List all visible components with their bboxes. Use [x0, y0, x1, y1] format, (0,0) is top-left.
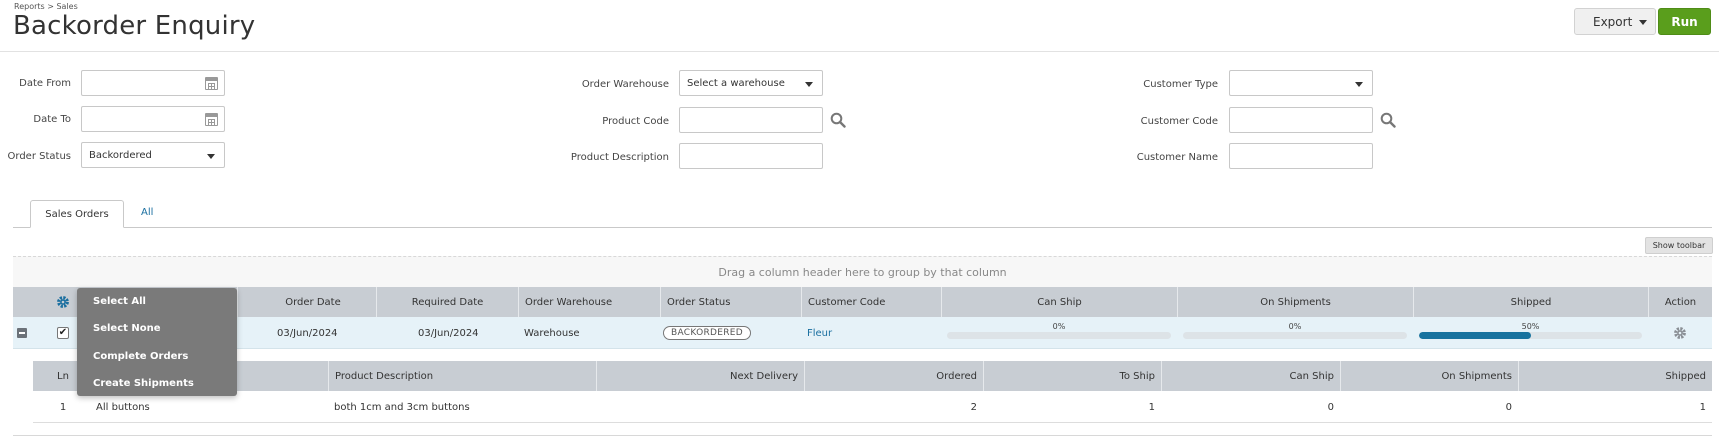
order-warehouse-value: Select a warehouse — [687, 77, 785, 89]
column-header-on-shipments[interactable]: On Shipments — [1177, 287, 1413, 317]
column-header-shipped[interactable]: Shipped — [1413, 287, 1648, 317]
product-description-input[interactable] — [679, 143, 823, 169]
customer-name-input[interactable] — [1229, 143, 1373, 169]
customer-name-label: Customer Name — [1136, 152, 1218, 163]
detail-shipped-cell: 1 — [1699, 401, 1706, 413]
export-label: Export — [1593, 14, 1633, 29]
shipped-fill — [1419, 332, 1531, 339]
detail-header-row: Ln Product Description Next Delivery Ord… — [33, 361, 1712, 391]
detail-product-description-cell: both 1cm and 3cm buttons — [334, 401, 470, 413]
group-by-drop-zone[interactable]: Drag a column header here to group by th… — [13, 256, 1712, 287]
product-code-label: Product Code — [602, 116, 669, 127]
table-row[interactable]: ✔ 03/Jun/2024 03/Jun/2024 Warehouse BACK… — [13, 317, 1712, 349]
page-title: Backorder Enquiry — [13, 11, 256, 41]
search-icon[interactable] — [830, 112, 846, 128]
search-icon[interactable] — [1380, 112, 1396, 128]
detail-header-on-shipments[interactable]: On Shipments — [1340, 361, 1518, 391]
product-description-label: Product Description — [570, 152, 669, 163]
tab-sales-orders[interactable]: Sales Orders — [30, 200, 124, 228]
row-checkbox[interactable]: ✔ — [57, 327, 69, 339]
detail-header-shipped[interactable]: Shipped — [1518, 361, 1712, 391]
required-date-cell: 03/Jun/2024 — [418, 327, 479, 339]
detail-header-product-description[interactable]: Product Description — [328, 361, 596, 391]
date-to-label: Date To — [33, 114, 71, 125]
order-status-select[interactable]: Backordered — [81, 142, 225, 168]
status-badge: BACKORDERED — [663, 326, 751, 340]
order-warehouse-cell: Warehouse — [524, 327, 580, 339]
detail-header-ordered[interactable]: Ordered — [804, 361, 983, 391]
detail-to-ship-cell: 1 — [1148, 401, 1155, 413]
order-warehouse-label: Order Warehouse — [581, 79, 669, 90]
gear-icon[interactable] — [56, 295, 70, 309]
customer-type-select[interactable] — [1229, 70, 1373, 96]
detail-ordered-cell: 2 — [970, 401, 977, 413]
customer-type-label: Customer Type — [1143, 79, 1218, 90]
customer-code-input[interactable] — [1229, 107, 1373, 133]
customer-code-link[interactable]: Fleur — [807, 317, 832, 349]
calendar-icon[interactable] — [205, 113, 218, 126]
product-code-input[interactable] — [679, 107, 823, 133]
shipped-track — [1419, 332, 1642, 339]
dropdown-caret-icon — [207, 154, 215, 159]
grid-header-row: Order Date Required Date Order Warehouse… — [13, 287, 1712, 317]
detail-can-ship-cell: 0 — [1327, 401, 1334, 413]
tab-all[interactable]: All — [141, 207, 153, 218]
column-header-order-date[interactable]: Order Date — [237, 287, 388, 317]
collapse-icon[interactable] — [17, 328, 27, 338]
menu-item-create-shipments[interactable]: Create Shipments — [93, 378, 194, 389]
breadcrumb: Reports > Sales — [14, 2, 78, 11]
on-shipments-track — [1183, 332, 1407, 339]
tabs-divider — [13, 227, 1712, 228]
export-button[interactable]: Export — [1574, 8, 1656, 35]
order-status-value: Backordered — [89, 149, 152, 161]
order-warehouse-select[interactable]: Select a warehouse — [679, 70, 823, 96]
menu-item-select-none[interactable]: Select None — [93, 323, 161, 334]
date-to-field[interactable] — [81, 106, 225, 132]
row-actions-popup-menu: Select All Select None Complete Orders C… — [77, 288, 237, 396]
order-status-cell: BACKORDERED — [663, 317, 751, 349]
dropdown-caret-icon — [1355, 82, 1363, 87]
header-select-cell — [13, 287, 79, 317]
column-header-required-date[interactable]: Required Date — [376, 287, 518, 317]
chevron-down-icon[interactable] — [1639, 20, 1647, 25]
detail-table-row[interactable]: 1 All buttons both 1cm and 3cm buttons 2… — [33, 391, 1712, 423]
detail-header-to-ship[interactable]: To Ship — [983, 361, 1161, 391]
detail-header-next-delivery[interactable]: Next Delivery — [596, 361, 804, 391]
shipped-percent: 50% — [1521, 322, 1540, 331]
run-button[interactable]: Run — [1658, 8, 1711, 35]
divider — [13, 435, 1712, 436]
detail-header-can-ship[interactable]: Can Ship — [1161, 361, 1340, 391]
on-shipments-percent: 0% — [1288, 322, 1302, 331]
order-date-cell: 03/Jun/2024 — [277, 327, 338, 339]
gear-icon[interactable] — [1673, 326, 1687, 340]
calendar-icon[interactable] — [205, 77, 218, 90]
divider — [0, 51, 1719, 52]
column-header-order-status[interactable]: Order Status — [660, 287, 801, 317]
can-ship-progress: 0% — [941, 317, 1177, 349]
column-header-action: Action — [1648, 287, 1712, 317]
menu-item-complete-orders[interactable]: Complete Orders — [93, 351, 188, 362]
column-header-customer-code[interactable]: Customer Code — [801, 287, 941, 317]
date-from-field[interactable] — [81, 70, 225, 96]
menu-item-select-all[interactable]: Select All — [93, 296, 146, 307]
order-status-label: Order Status — [7, 151, 71, 162]
shipped-progress: 50% — [1413, 317, 1648, 349]
detail-on-shipments-cell: 0 — [1505, 401, 1512, 413]
column-header-can-ship[interactable]: Can Ship — [941, 287, 1177, 317]
date-from-label: Date From — [19, 78, 71, 89]
can-ship-track — [947, 332, 1171, 339]
show-toolbar-button[interactable]: Show toolbar — [1645, 237, 1713, 254]
column-header-order-warehouse[interactable]: Order Warehouse — [518, 287, 660, 317]
customer-code-label: Customer Code — [1140, 116, 1218, 127]
can-ship-percent: 0% — [1052, 322, 1066, 331]
on-shipments-progress: 0% — [1177, 317, 1413, 349]
dropdown-caret-icon — [805, 82, 813, 87]
